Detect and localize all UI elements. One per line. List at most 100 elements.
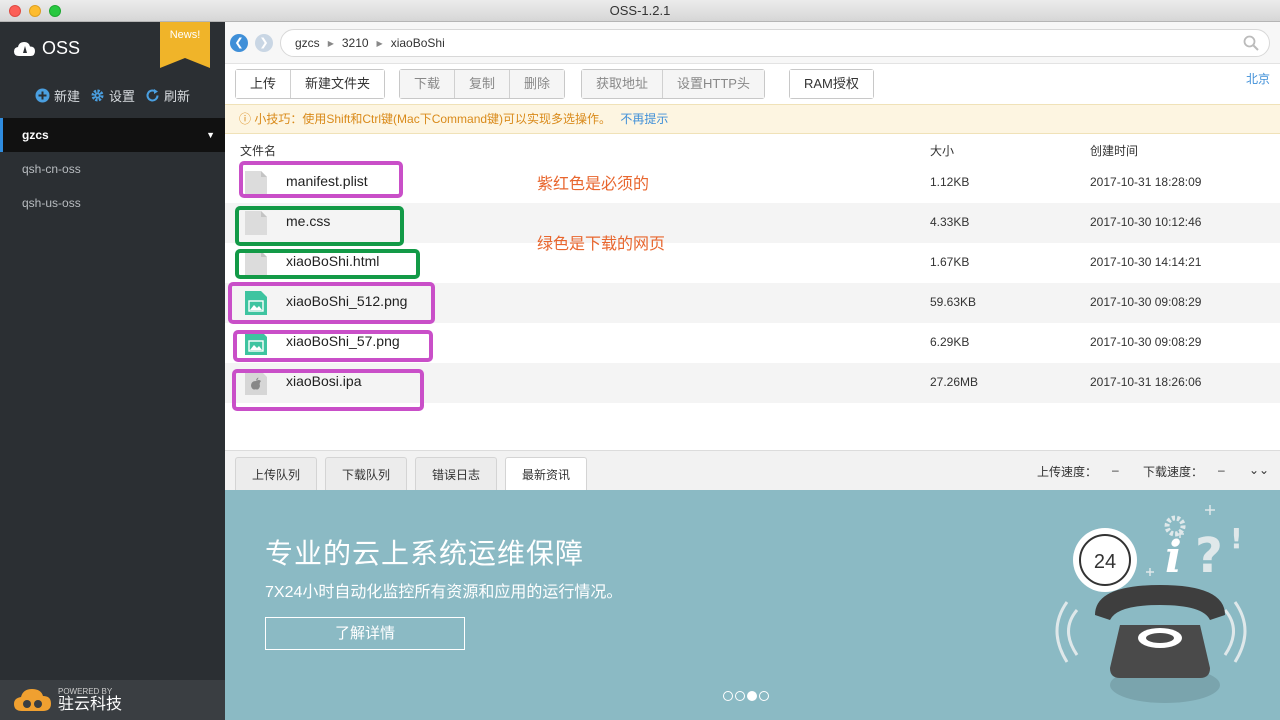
chevron-right-icon: ❯ <box>259 37 269 49</box>
search-icon[interactable] <box>1243 35 1259 51</box>
bucket-list: gzcs ▼ qsh-cn-oss qsh-us-oss <box>0 118 225 220</box>
info-icon: ⓘ <box>239 112 252 126</box>
crumb[interactable]: 3210 <box>342 36 369 50</box>
delete-button[interactable]: 删除 <box>510 70 565 98</box>
download-speed-label: 下载速度： <box>1143 465 1204 479</box>
promo-subtitle: 7X24小时自动化监控所有资源和应用的运行情况。 <box>265 584 623 601</box>
file-created: 2017-10-30 14:14:21 <box>1090 255 1202 269</box>
path-breadcrumb[interactable]: gzcs ▶ 3210 ▶ xiaoBoShi <box>280 29 1270 57</box>
crumb-separator-icon: ▶ <box>376 38 383 48</box>
carousel-dot[interactable] <box>723 691 733 701</box>
column-header-created[interactable]: 创建时间 <box>1090 142 1138 159</box>
gear-icon <box>91 89 104 102</box>
refresh-label: 刷新 <box>164 89 191 104</box>
news-badge[interactable]: News! <box>160 22 210 68</box>
ram-button-group: RAM授权 <box>789 69 874 99</box>
copy-button[interactable]: 复制 <box>455 70 511 98</box>
caret-down-icon[interactable]: ▼ <box>206 118 215 152</box>
tab-latest-news[interactable]: 最新资讯 <box>505 457 588 491</box>
window-minimize-button[interactable] <box>29 5 41 17</box>
table-row[interactable]: xiaoBoShi_512.png 59.63KB 2017-10-30 09:… <box>225 283 1280 323</box>
settings-label: 设置 <box>108 89 135 104</box>
learn-more-button[interactable]: 了解详情 <box>265 617 465 650</box>
carousel-dot-active[interactable] <box>747 691 757 701</box>
forward-button[interactable]: ❯ <box>255 34 273 52</box>
table-row[interactable]: xiaoBoShi.html 1.67KB 2017-10-30 14:14:2… <box>225 243 1280 283</box>
tab-error-log[interactable]: 错误日志 <box>415 457 498 491</box>
news-promo-banner: 专业的云上系统运维保障 7X24小时自动化监控所有资源和应用的运行情况。 了解详… <box>225 490 1280 720</box>
file-size: 27.26MB <box>930 375 979 389</box>
file-created: 2017-10-30 10:12:46 <box>1090 215 1202 229</box>
crumb[interactable]: xiaoBoShi <box>391 36 445 50</box>
purple-annotation-note: 紫红色是必须的 <box>537 176 650 193</box>
file-name: xiaoBosi.ipa <box>286 373 362 389</box>
carousel-dot[interactable] <box>759 691 769 701</box>
bucket-item-qsh-us-oss[interactable]: qsh-us-oss <box>0 186 225 220</box>
crumb[interactable]: gzcs <box>295 36 320 50</box>
question-glyph-icon: ? <box>1195 528 1223 584</box>
upload-button-group: 上传 新建文件夹 <box>235 69 386 99</box>
file-name: xiaoBoShi.html <box>286 253 380 269</box>
new-bucket-button[interactable]: 新建 <box>35 86 80 105</box>
back-button[interactable]: ❮ <box>230 34 248 52</box>
table-row[interactable]: me.css 4.33KB 2017-10-30 10:12:46 <box>225 203 1280 243</box>
ram-auth-button[interactable]: RAM授权 <box>790 70 873 98</box>
cloud-logo-icon <box>14 41 35 56</box>
file-created: 2017-10-31 18:28:09 <box>1090 175 1202 189</box>
download-button[interactable]: 下载 <box>400 70 456 98</box>
bucket-name: qsh-cn-oss <box>22 162 81 176</box>
tip-bar: ⓘ 小技巧：使用Shift和Ctrl键(Mac下Command键)可以实现多选操… <box>225 104 1280 134</box>
cloud-brand-icon <box>14 689 51 711</box>
file-created: 2017-10-31 18:26:06 <box>1090 375 1202 389</box>
tab-upload-queue[interactable]: 上传队列 <box>235 457 318 491</box>
carousel-dot[interactable] <box>735 691 745 701</box>
sidebar: OSS News! 新建 设置 刷新 gzcs ▼ qsh-cn-oss qsh… <box>0 22 225 720</box>
table-row[interactable]: xiaoBosi.ipa 27.26MB 2017-10-31 18:26:06 <box>225 363 1280 403</box>
window-close-button[interactable] <box>9 5 21 17</box>
window-maximize-button[interactable] <box>49 5 61 17</box>
file-created: 2017-10-30 09:08:29 <box>1090 335 1202 349</box>
crumb-separator-icon: ▶ <box>327 38 334 48</box>
upload-speed-label: 上传速度： <box>1037 465 1098 479</box>
file-size: 1.12KB <box>930 175 970 189</box>
image-file-icon <box>245 291 267 315</box>
bucket-item-qsh-cn-oss[interactable]: qsh-cn-oss <box>0 152 225 186</box>
file-name: me.css <box>286 213 331 229</box>
file-created: 2017-10-30 09:08:29 <box>1090 295 1202 309</box>
file-size: 59.63KB <box>930 295 977 309</box>
file-name: xiaoBoShi_512.png <box>286 293 408 309</box>
region-label[interactable]: 北京 <box>1246 70 1270 87</box>
support-phone-illustration: 24 i ? ! <box>1055 505 1247 703</box>
refresh-icon <box>146 89 159 102</box>
green-annotation-note: 绿色是下载的网页 <box>537 236 666 253</box>
column-header-name[interactable]: 文件名 <box>240 142 276 159</box>
promo-title: 专业的云上系统运维保障 <box>265 538 585 569</box>
upload-button[interactable]: 上传 <box>236 70 292 98</box>
new-folder-button[interactable]: 新建文件夹 <box>291 70 385 98</box>
dismiss-tip-link[interactable]: 不再提示 <box>620 112 668 126</box>
table-row[interactable]: manifest.plist 1.12KB 2017-10-31 18:28:0… <box>225 163 1280 203</box>
file-name: manifest.plist <box>286 173 368 189</box>
settings-button[interactable]: 设置 <box>90 86 135 105</box>
download-speed-value: – <box>1218 463 1225 477</box>
powered-by-brand: 驻云科技 <box>58 695 123 713</box>
image-file-icon <box>245 331 267 355</box>
tip-text: 小技巧：使用Shift和Ctrl键(Mac下Command键)可以实现多选操作。 <box>254 112 612 126</box>
column-header-size[interactable]: 大小 <box>930 142 954 159</box>
powered-by: POWERED BY 驻云科技 <box>0 680 225 720</box>
file-op-button-group: 下载 复制 删除 <box>399 69 566 99</box>
window-title: OSS-1.2.1 <box>609 3 671 18</box>
tab-download-queue[interactable]: 下载队列 <box>325 457 408 491</box>
carousel-dots <box>723 691 769 701</box>
powered-by-small: POWERED BY <box>58 686 113 696</box>
bucket-item-gzcs[interactable]: gzcs ▼ <box>0 118 225 152</box>
file-size: 1.67KB <box>930 255 970 269</box>
file-size: 4.33KB <box>930 215 970 229</box>
get-address-button[interactable]: 获取地址 <box>582 70 664 98</box>
set-http-header-button[interactable]: 设置HTTP头 <box>663 70 764 98</box>
refresh-button[interactable]: 刷新 <box>145 86 190 105</box>
file-name: xiaoBoShi_57.png <box>286 333 400 349</box>
bucket-name: qsh-us-oss <box>22 196 81 210</box>
collapse-panel-icon[interactable]: ⌄⌄ <box>1249 463 1269 477</box>
table-row[interactable]: xiaoBoShi_57.png 6.29KB 2017-10-30 09:08… <box>225 323 1280 363</box>
